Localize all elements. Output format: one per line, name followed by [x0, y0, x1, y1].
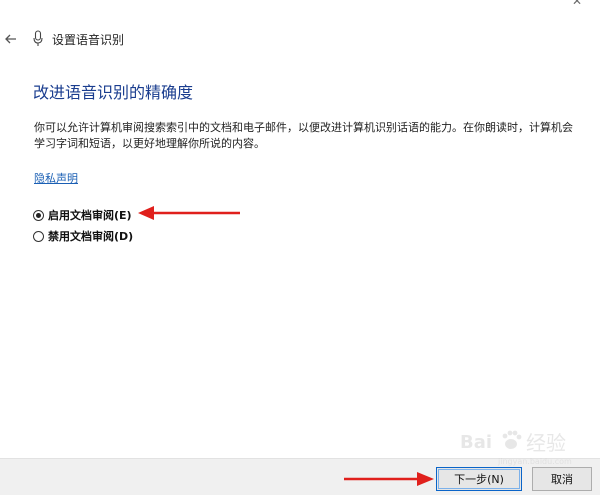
paw-icon	[502, 430, 522, 449]
title-bar: 设置语音识别	[0, 28, 600, 50]
cancel-button[interactable]: 取消	[532, 467, 592, 491]
baidu-watermark: Bai 经验 jingyan.baidu.com	[460, 430, 572, 466]
page-heading: 改进语音识别的精确度	[33, 83, 194, 102]
window-title: 设置语音识别	[52, 33, 125, 47]
disable-document-review-option[interactable]: 禁用文档审阅(D)	[33, 228, 133, 244]
enable-document-review-radio[interactable]	[33, 209, 44, 221]
description-text: 你可以允许计算机审阅搜索索引中的文档和电子邮件，以便改进计算机识别话语的能力。在…	[34, 121, 573, 150]
watermark-suffix: 经验	[526, 431, 566, 455]
watermark-brand: Bai	[460, 432, 492, 453]
enable-document-review-option[interactable]: 启用文档审阅(E)	[33, 207, 132, 223]
watermark-subtext: jingyan.baidu.com	[497, 457, 572, 466]
privacy-statement-link[interactable]: 隐私声明	[34, 170, 78, 186]
close-icon[interactable]: ✕	[572, 0, 586, 8]
enable-document-review-label: 启用文档审阅(E)	[48, 209, 132, 222]
next-button[interactable]: 下一步(N)	[436, 467, 522, 491]
microphone-icon	[33, 30, 43, 46]
back-arrow-icon	[5, 34, 16, 44]
disable-document-review-radio[interactable]	[33, 230, 44, 242]
annotation-arrow-next	[344, 472, 434, 486]
disable-document-review-label: 禁用文档审阅(D)	[48, 230, 134, 243]
back-button[interactable]	[3, 28, 19, 50]
annotation-arrow-options	[138, 206, 240, 220]
